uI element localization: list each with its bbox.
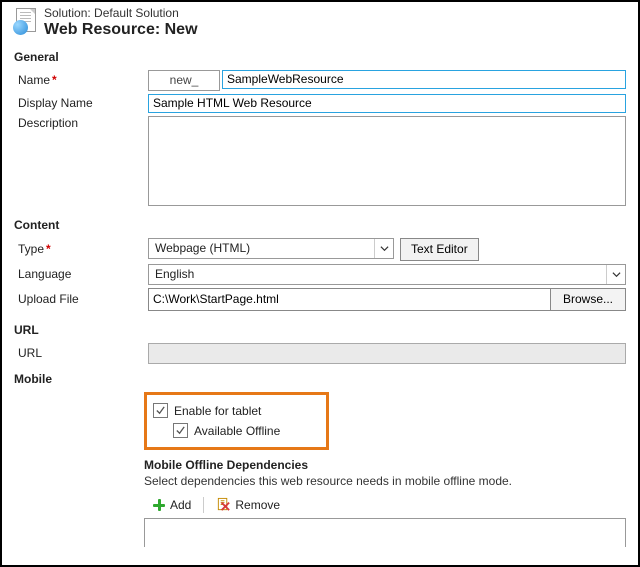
solution-breadcrumb: Solution: Default Solution <box>44 6 198 20</box>
mobile-offline-dependencies-header: Mobile Offline Dependencies <box>144 458 626 472</box>
page-title: Web Resource: New <box>44 20 198 39</box>
upload-file-input[interactable] <box>149 289 551 310</box>
enable-tablet-checkbox[interactable]: Enable for tablet <box>153 401 316 421</box>
section-general: General <box>14 50 626 64</box>
name-label: Name* <box>14 73 148 87</box>
available-offline-checkbox[interactable]: Available Offline <box>153 421 316 441</box>
mobile-offline-dependencies-desc: Select dependencies this web resource ne… <box>144 474 626 488</box>
remove-button[interactable]: Remove <box>212 497 284 512</box>
type-select[interactable]: Webpage (HTML) <box>148 238 394 259</box>
url-label: URL <box>14 346 148 360</box>
text-editor-button[interactable]: Text Editor <box>400 238 479 261</box>
remove-icon <box>216 497 231 512</box>
checkbox-icon <box>153 403 168 418</box>
description-label: Description <box>14 116 148 130</box>
dependencies-toolbar: Add Remove <box>144 494 626 518</box>
language-select[interactable]: English <box>148 264 626 285</box>
url-field <box>148 343 626 364</box>
name-input[interactable] <box>222 70 626 89</box>
description-input[interactable] <box>148 116 626 206</box>
page-header: Solution: Default Solution Web Resource:… <box>14 8 626 46</box>
upload-file-label: Upload File <box>14 292 148 306</box>
chevron-down-icon <box>374 239 393 258</box>
chevron-down-icon <box>606 265 625 284</box>
plus-icon <box>152 498 166 512</box>
mobile-highlight: Enable for tablet Available Offline <box>144 392 329 450</box>
web-resource-icon <box>14 8 38 34</box>
dependencies-list[interactable] <box>144 518 626 547</box>
section-content: Content <box>14 218 626 232</box>
display-name-input[interactable] <box>148 94 626 113</box>
language-label: Language <box>14 267 148 281</box>
display-name-label: Display Name <box>14 96 148 110</box>
type-label: Type* <box>14 242 148 256</box>
checkbox-icon <box>173 423 188 438</box>
section-mobile: Mobile <box>14 372 626 386</box>
add-button[interactable]: Add <box>148 498 195 512</box>
section-url: URL <box>14 323 626 337</box>
browse-button[interactable]: Browse... <box>551 289 625 310</box>
name-prefix: new_ <box>148 70 220 91</box>
